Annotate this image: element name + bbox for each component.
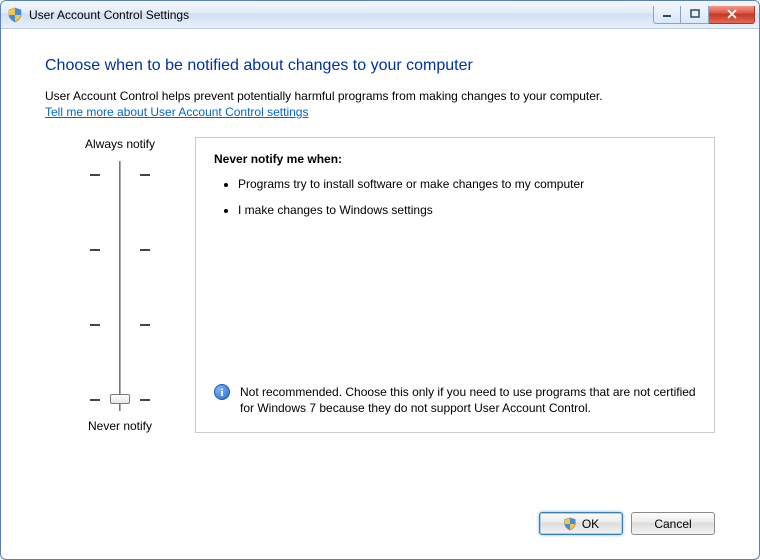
close-button[interactable] xyxy=(709,6,755,24)
slider-rail xyxy=(119,161,121,411)
maximize-button[interactable] xyxy=(681,6,709,24)
uac-settings-window: User Account Control Settings Choose whe… xyxy=(0,0,760,560)
cancel-button[interactable]: Cancel xyxy=(631,512,715,535)
content-area: Choose when to be notified about changes… xyxy=(1,29,759,559)
slider-column: Always notify Never notify xyxy=(45,137,195,433)
window-title: User Account Control Settings xyxy=(29,8,653,22)
minimize-button[interactable] xyxy=(653,6,681,24)
info-bullet: Programs try to install software or make… xyxy=(238,176,696,192)
info-bullet-list: Programs try to install software or make… xyxy=(220,176,696,218)
notification-info-panel: Never notify me when: Programs try to in… xyxy=(195,137,715,433)
slider-label-never: Never notify xyxy=(45,419,195,433)
slider-tick xyxy=(90,324,150,326)
cancel-button-label: Cancel xyxy=(654,517,691,531)
slider-tick xyxy=(90,249,150,251)
info-icon: i xyxy=(214,384,230,400)
recommendation-row: i Not recommended. Choose this only if y… xyxy=(214,384,696,416)
recommendation-text: Not recommended. Choose this only if you… xyxy=(240,384,696,416)
page-description: User Account Control helps prevent poten… xyxy=(45,89,715,103)
shield-icon xyxy=(7,7,23,23)
slider-label-always: Always notify xyxy=(45,137,195,151)
help-link[interactable]: Tell me more about User Account Control … xyxy=(45,105,308,119)
body-row: Always notify Never notify Never notify … xyxy=(45,137,715,433)
slider-thumb[interactable] xyxy=(110,394,130,404)
info-bullet: I make changes to Windows settings xyxy=(238,202,696,218)
info-panel-title: Never notify me when: xyxy=(214,152,696,166)
ok-button-label: OK xyxy=(582,517,599,531)
titlebar[interactable]: User Account Control Settings xyxy=(1,1,759,29)
uac-slider[interactable] xyxy=(90,161,150,411)
dialog-footer: OK Cancel xyxy=(539,512,715,535)
window-controls xyxy=(653,6,755,24)
shield-icon xyxy=(563,517,577,531)
slider-tick xyxy=(90,174,150,176)
page-heading: Choose when to be notified about changes… xyxy=(45,57,715,75)
ok-button[interactable]: OK xyxy=(539,512,623,535)
